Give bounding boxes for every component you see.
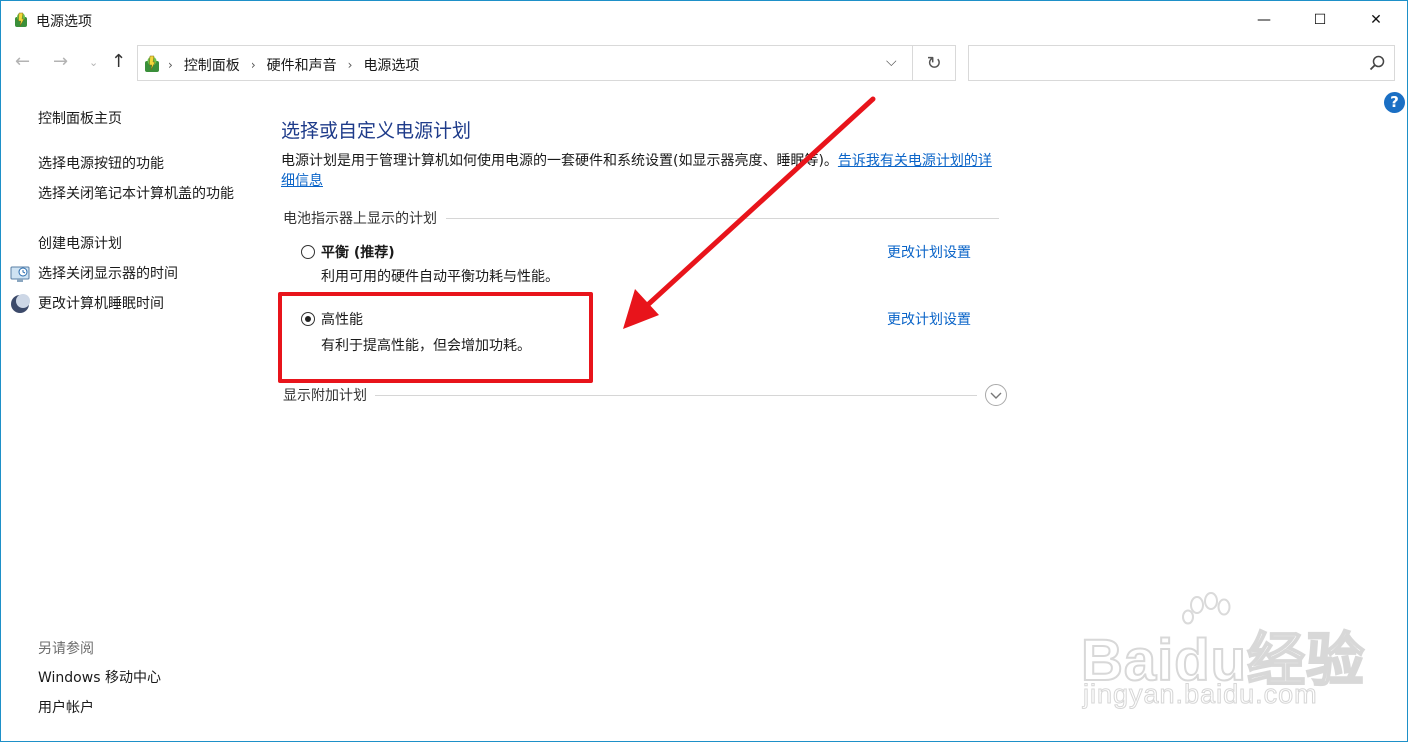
help-icon[interactable]: ? (1384, 92, 1405, 113)
close-icon: ✕ (1370, 12, 1382, 28)
display-timeout-icon (10, 266, 30, 282)
plan-balanced-radio[interactable] (301, 245, 315, 259)
battery-plans-group-header: 电池指示器上显示的计划 (283, 208, 999, 228)
minimize-button[interactable]: — (1236, 1, 1292, 39)
sidebar-display-off-time[interactable]: 选择关闭显示器的时间 (38, 264, 178, 284)
window-title: 电源选项 (36, 14, 92, 30)
additional-plans-label: 显示附加计划 (283, 388, 367, 404)
control-panel-icon (145, 55, 159, 72)
title-bar[interactable]: 电源选项 — ☐ ✕ (1, 1, 1407, 39)
breadcrumb-separator-icon[interactable]: › (348, 58, 353, 72)
page-title: 选择或自定义电源计划 (281, 120, 472, 142)
refresh-button[interactable]: ↻ (913, 45, 956, 81)
breadcrumb-separator-icon[interactable]: › (251, 58, 256, 72)
expand-chevron-icon[interactable] (985, 384, 1007, 406)
minimize-icon: — (1257, 12, 1271, 28)
address-bar[interactable]: › 控制面板 › 硬件和声音 › 电源选项 ⌵ (137, 45, 913, 81)
sleep-moon-icon (11, 294, 30, 313)
description-text: 电源计划是用于管理计算机如何使用电源的一套硬件和系统设置(如显示器亮度、睡眠等)… (281, 153, 838, 169)
breadcrumb-separator-icon: › (168, 58, 173, 72)
group-divider (446, 217, 999, 219)
sidebar-control-panel-home[interactable]: 控制面板主页 (38, 109, 122, 129)
navigation-bar: ← → ⌄ ↑ › 控制面板 › 硬件和声音 › 电源选项 ⌵ ↻ (1, 43, 1407, 83)
search-icon[interactable] (1368, 54, 1386, 72)
sidebar-windows-mobility-center[interactable]: Windows 移动中心 (38, 668, 161, 688)
group-label: 电池指示器上显示的计划 (283, 211, 437, 227)
recent-locations-chevron-icon[interactable]: ⌄ (89, 56, 98, 69)
breadcrumb-power-options[interactable]: 电源选项 (363, 55, 419, 75)
back-arrow-icon[interactable]: ← (15, 51, 30, 72)
maximize-icon: ☐ (1313, 12, 1327, 28)
highlight-box-annotation (278, 292, 593, 383)
sidebar-user-accounts[interactable]: 用户帐户 (38, 698, 94, 718)
see-also-heading: 另请参阅 (38, 641, 94, 657)
refresh-icon: ↻ (926, 52, 942, 74)
power-options-icon (15, 12, 27, 27)
plan-high-performance-change-settings-link[interactable]: 更改计划设置 (887, 309, 971, 329)
address-dropdown-chevron-icon[interactable]: ⌵ (886, 54, 897, 70)
plan-balanced-description: 利用可用的硬件自动平衡功耗与性能。 (321, 269, 559, 285)
watermark-url: jingyan.baidu.com (1083, 679, 1318, 710)
breadcrumb: › 控制面板 › 硬件和声音 › 电源选项 (168, 55, 419, 75)
plan-balanced-change-settings-link[interactable]: 更改计划设置 (887, 242, 971, 262)
additional-plans-divider (375, 394, 977, 396)
power-options-window: 电源选项 — ☐ ✕ ← → ⌄ ↑ › 控制面板 › 硬件和声音 › 电源选项… (0, 0, 1408, 742)
search-input[interactable] (968, 45, 1395, 81)
up-arrow-icon[interactable]: ↑ (111, 51, 126, 72)
plan-balanced-name[interactable]: 平衡 (推荐) (321, 242, 395, 262)
breadcrumb-control-panel[interactable]: 控制面板 (184, 55, 240, 75)
baidu-watermark: Baidu经验 jingyan.baidu.com (1080, 591, 1408, 721)
page-description: 电源计划是用于管理计算机如何使用电源的一套硬件和系统设置(如显示器亮度、睡眠等)… (281, 151, 1001, 191)
sidebar-lid-close-function[interactable]: 选择关闭笔记本计算机盖的功能 (38, 184, 243, 204)
additional-plans-header[interactable]: 显示附加计划 (283, 384, 1007, 406)
sidebar-create-power-plan[interactable]: 创建电源计划 (38, 234, 122, 254)
maximize-button[interactable]: ☐ (1292, 1, 1348, 39)
sidebar-sleep-time[interactable]: 更改计算机睡眠时间 (38, 294, 164, 314)
sidebar-power-button-function[interactable]: 选择电源按钮的功能 (38, 154, 164, 174)
close-button[interactable]: ✕ (1348, 1, 1404, 39)
breadcrumb-hardware-sound[interactable]: 硬件和声音 (267, 55, 337, 75)
forward-arrow-icon[interactable]: → (53, 51, 68, 72)
